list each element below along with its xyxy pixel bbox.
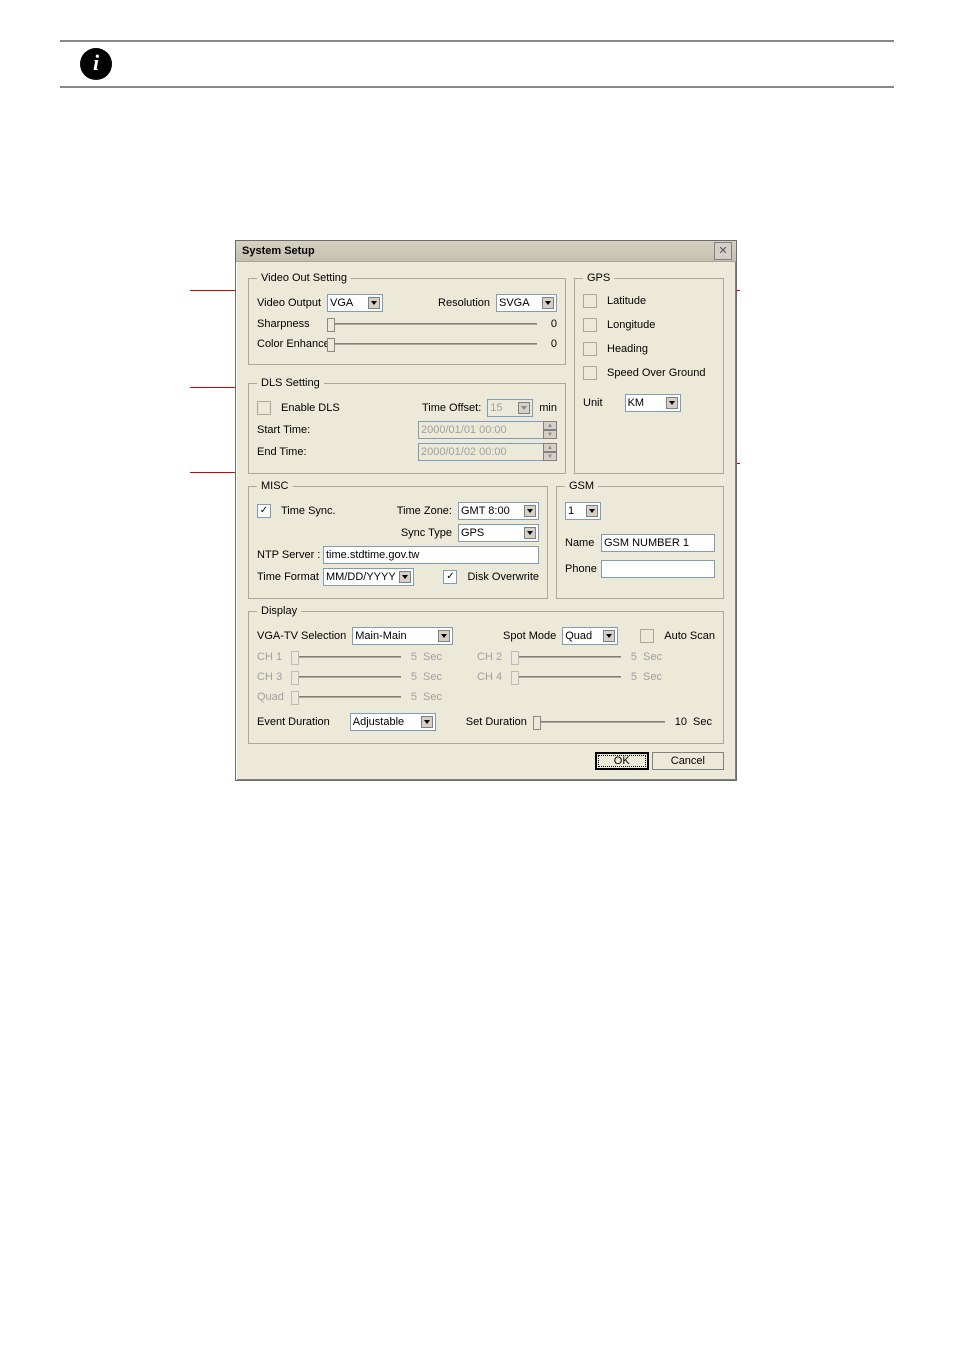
system-setup-dialog: System Setup ✕ Video Out Setting Video O… xyxy=(235,240,737,781)
ch4-unit: Sec xyxy=(643,671,665,683)
ch3-label: CH 3 xyxy=(257,671,285,683)
start-time-label: Start Time: xyxy=(257,424,317,436)
gsm-index-select[interactable]: 1 xyxy=(565,502,601,520)
quad-slider xyxy=(291,689,401,705)
gps-fieldset: GPS Latitude Longitude Heading Speed Ove… xyxy=(574,272,724,474)
resolution-label: Resolution xyxy=(438,297,490,309)
misc-legend: MISC xyxy=(257,480,293,492)
gsm-name-label: Name xyxy=(565,537,595,549)
unit-select[interactable]: KM xyxy=(625,394,681,412)
enable-dls-label: Enable DLS xyxy=(281,402,340,414)
ntp-server-label: NTP Server : xyxy=(257,549,317,561)
quad-value: 5 xyxy=(407,691,417,703)
ch4-label: CH 4 xyxy=(477,671,505,683)
ch2-slider xyxy=(511,649,621,665)
longitude-label: Longitude xyxy=(607,319,655,331)
auto-scan-checkbox[interactable] xyxy=(640,629,654,643)
auto-scan-label: Auto Scan xyxy=(664,630,715,642)
ch4-slider xyxy=(511,669,621,685)
time-sync-checkbox[interactable]: ✓ xyxy=(257,504,271,518)
spot-mode-select[interactable]: Quad xyxy=(562,627,618,645)
set-duration-label: Set Duration xyxy=(466,716,527,728)
time-offset-label: Time Offset: xyxy=(422,402,481,414)
video-out-legend: Video Out Setting xyxy=(257,272,351,284)
time-sync-label: Time Sync. xyxy=(281,505,336,517)
cancel-button[interactable]: Cancel xyxy=(652,752,724,770)
time-offset-select: 15 xyxy=(487,399,533,417)
heading-checkbox[interactable] xyxy=(583,342,597,356)
spot-mode-label: Spot Mode xyxy=(503,630,556,642)
ch1-slider xyxy=(291,649,401,665)
unit-label: Unit xyxy=(583,397,603,409)
info-icon: i xyxy=(80,48,112,80)
sync-type-select[interactable]: GPS xyxy=(458,524,539,542)
event-duration-label: Event Duration xyxy=(257,716,330,728)
disk-overwrite-checkbox[interactable]: ✓ xyxy=(443,570,457,584)
sync-type-label: Sync Type xyxy=(401,527,452,539)
ch2-unit: Sec xyxy=(643,651,665,663)
set-duration-slider[interactable] xyxy=(533,714,665,730)
ch1-value: 5 xyxy=(407,651,417,663)
dls-legend: DLS Setting xyxy=(257,377,324,389)
end-time-label: End Time: xyxy=(257,446,317,458)
latitude-checkbox[interactable] xyxy=(583,294,597,308)
ch3-slider xyxy=(291,669,401,685)
disk-overwrite-label: Disk Overwrite xyxy=(467,571,539,583)
close-icon[interactable]: ✕ xyxy=(714,242,732,260)
time-zone-label: Time Zone: xyxy=(397,505,452,517)
end-time-input: 2000/01/02 00:00 ▲▼ xyxy=(418,443,557,461)
sharpness-value: 0 xyxy=(543,318,557,330)
longitude-checkbox[interactable] xyxy=(583,318,597,332)
sharpness-label: Sharpness xyxy=(257,318,321,330)
video-out-fieldset: Video Out Setting Video Output VGA Resol… xyxy=(248,272,566,365)
misc-fieldset: MISC ✓ Time Sync. Time Zone: GMT 8:00 Sy… xyxy=(248,480,548,599)
time-format-label: Time Format xyxy=(257,571,317,583)
ch4-value: 5 xyxy=(627,671,637,683)
ch2-label: CH 2 xyxy=(477,651,505,663)
event-duration-select[interactable]: Adjustable xyxy=(350,713,436,731)
quad-unit: Sec xyxy=(423,691,445,703)
enable-dls-checkbox[interactable] xyxy=(257,401,271,415)
video-output-select[interactable]: VGA xyxy=(327,294,383,312)
dls-fieldset: DLS Setting Enable DLS Time Offset: 15 m… xyxy=(248,377,566,474)
video-output-label: Video Output xyxy=(257,297,321,309)
display-legend: Display xyxy=(257,605,301,617)
time-format-select[interactable]: MM/DD/YYYY xyxy=(323,568,414,586)
quad-label: Quad xyxy=(257,691,285,703)
window-title: System Setup xyxy=(240,245,315,257)
ok-button[interactable]: OK xyxy=(595,752,649,770)
resolution-select[interactable]: SVGA xyxy=(496,294,557,312)
gsm-fieldset: GSM 1 Name GSM NUMBER 1 Phone xyxy=(556,480,724,599)
time-zone-select[interactable]: GMT 8:00 xyxy=(458,502,539,520)
gsm-phone-input[interactable] xyxy=(601,560,715,578)
titlebar: System Setup ✕ xyxy=(236,241,736,262)
ch1-unit: Sec xyxy=(423,651,445,663)
ch2-value: 5 xyxy=(627,651,637,663)
sharpness-slider[interactable] xyxy=(327,316,537,332)
set-duration-unit: Sec xyxy=(693,716,715,728)
gsm-phone-label: Phone xyxy=(565,563,595,575)
speed-label: Speed Over Ground xyxy=(607,367,705,379)
latitude-label: Latitude xyxy=(607,295,646,307)
vga-tv-select[interactable]: Main-Main xyxy=(352,627,453,645)
header-divider: i xyxy=(60,40,894,88)
color-enhance-label: Color Enhance xyxy=(257,338,321,350)
gsm-legend: GSM xyxy=(565,480,598,492)
start-time-input: 2000/01/01 00:00 ▲▼ xyxy=(418,421,557,439)
gsm-name-input[interactable]: GSM NUMBER 1 xyxy=(601,534,715,552)
color-enhance-value: 0 xyxy=(543,338,557,350)
speed-checkbox[interactable] xyxy=(583,366,597,380)
color-enhance-slider[interactable] xyxy=(327,336,537,352)
display-fieldset: Display VGA-TV Selection Main-Main Spot … xyxy=(248,605,724,744)
ch1-label: CH 1 xyxy=(257,651,285,663)
heading-label: Heading xyxy=(607,343,648,355)
time-offset-unit: min xyxy=(539,402,557,414)
set-duration-value: 10 xyxy=(671,716,687,728)
gps-legend: GPS xyxy=(583,272,614,284)
ch3-unit: Sec xyxy=(423,671,445,683)
vga-tv-label: VGA-TV Selection xyxy=(257,630,346,642)
ch3-value: 5 xyxy=(407,671,417,683)
ntp-server-input[interactable]: time.stdtime.gov.tw xyxy=(323,546,539,564)
